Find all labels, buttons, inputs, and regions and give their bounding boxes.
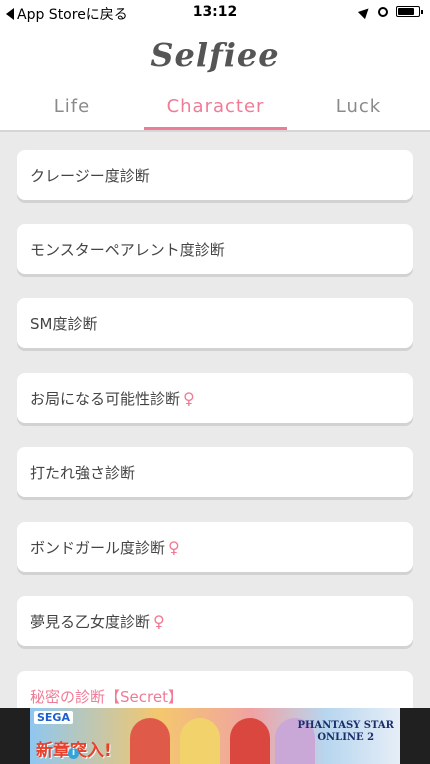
list-item[interactable]: モンスターペアレント度診断 — [17, 224, 413, 274]
list-item[interactable]: 夢見る乙女度診断 ♀ — [17, 596, 413, 646]
ad-character-2 — [180, 718, 220, 764]
female-symbol-icon: ♀ — [168, 537, 180, 557]
ad-product-line1: PHANTASY STAR — [297, 720, 394, 731]
list-item-label: 打たれ強さ診断 — [30, 463, 136, 482]
list-item-secret[interactable]: 秘密の診断【Secret】 — [17, 671, 413, 708]
tab-bar: Life Character Luck — [0, 90, 430, 130]
female-symbol-icon: ♀ — [183, 388, 195, 408]
ad-banner[interactable]: SEGA 新章突入! i PHANTASY STAR ONLINE 2 — [0, 708, 430, 764]
ad-character-1 — [130, 718, 170, 764]
list-item-label: 夢見る乙女度診断 — [30, 612, 151, 631]
status-bar: App Storeに戻る 13:12 — [0, 0, 430, 26]
app-header: Selfiee Life Character Luck — [0, 26, 430, 130]
tab-life[interactable]: Life — [0, 90, 144, 130]
ad-product-line2: ONLINE 2 — [317, 732, 375, 743]
list-item-label: モンスターペアレント度診断 — [30, 240, 225, 259]
list-item[interactable]: SM度診断 — [17, 298, 413, 348]
list-item[interactable]: お局になる可能性診断 ♀ — [17, 373, 413, 423]
list-item-label: ボンドガール度診断 — [30, 538, 166, 557]
alarm-clock-icon — [378, 6, 388, 17]
list-item[interactable]: クレージー度診断 — [17, 150, 413, 200]
tab-luck[interactable]: Luck — [287, 90, 430, 130]
ad-character-3 — [230, 718, 270, 764]
location-arrow-icon — [357, 4, 373, 19]
app-title: Selfiee — [150, 36, 280, 74]
status-icons — [357, 4, 423, 19]
list-item[interactable]: ボンドガール度診断 ♀ — [17, 522, 413, 572]
ad-artwork[interactable]: SEGA 新章突入! i PHANTASY STAR ONLINE 2 — [30, 708, 400, 764]
diagnosis-list: クレージー度診断 モンスターペアレント度診断 SM度診断 お局になる可能性診断 … — [0, 132, 430, 708]
list-item[interactable]: 打たれ強さ診断 — [17, 447, 413, 497]
ad-brand-logo: SEGA — [34, 711, 73, 724]
list-item-label: SM度診断 — [30, 314, 98, 333]
list-item-label: 秘密の診断【Secret】 — [30, 687, 183, 706]
ad-info-icon[interactable]: i — [68, 748, 79, 759]
female-symbol-icon: ♀ — [153, 611, 165, 631]
list-item-label: お局になる可能性診断 — [30, 389, 181, 408]
battery-icon — [396, 6, 423, 17]
tab-character[interactable]: Character — [144, 90, 287, 130]
battery-fill — [398, 8, 415, 15]
ad-product-logo: PHANTASY STAR ONLINE 2 — [297, 720, 394, 744]
list-item-label: クレージー度診断 — [30, 166, 150, 185]
